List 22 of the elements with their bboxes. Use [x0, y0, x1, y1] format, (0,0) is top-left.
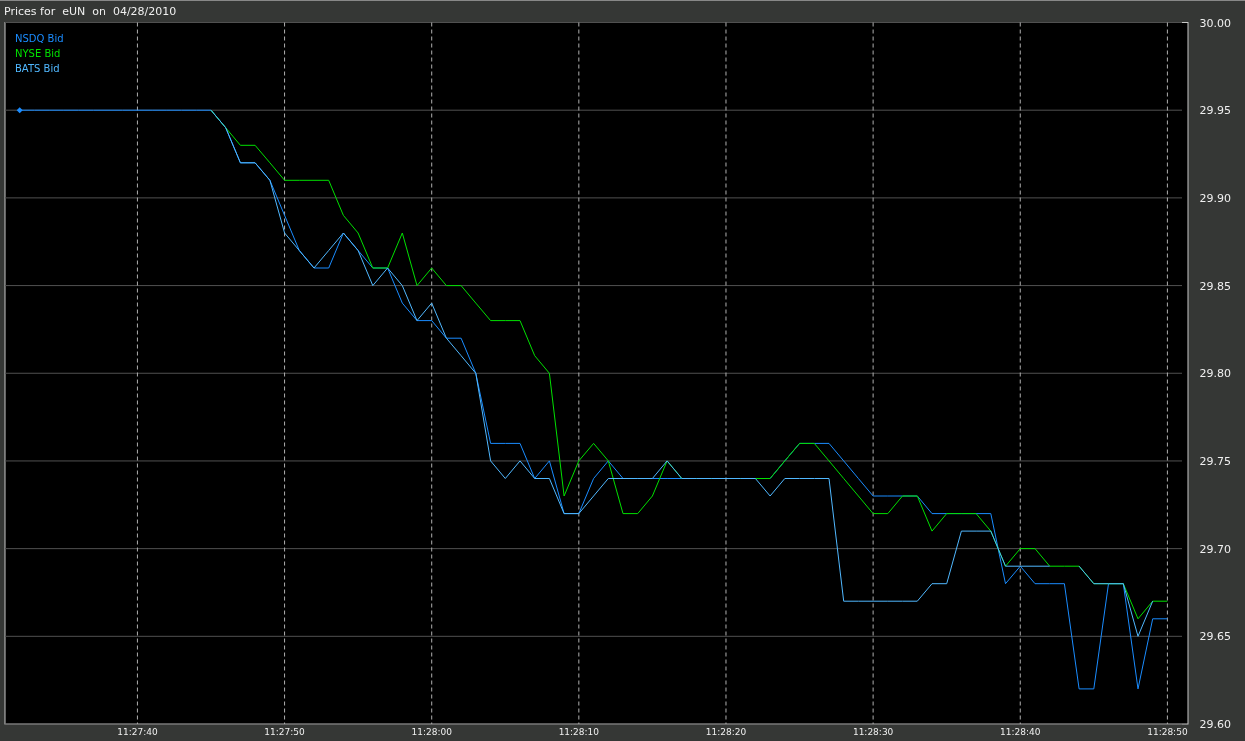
y-tick-label: 29.65	[1199, 630, 1231, 644]
y-tick-label: 30.00	[1199, 18, 1231, 30]
start-marker-icon	[16, 107, 23, 114]
x-tick-label: 11:28:40	[1000, 727, 1041, 737]
legend-label: NYSE Bid	[15, 48, 61, 59]
y-tick-label: 29.95	[1199, 104, 1231, 118]
x-tick-label: 11:28:50	[1147, 727, 1188, 737]
y-tick-label: 29.80	[1199, 367, 1231, 381]
y-tick-label: 29.75	[1199, 454, 1231, 468]
y-tick-label: 29.60	[1199, 718, 1231, 731]
x-tick-label: 11:28:30	[852, 727, 894, 737]
x-tick-label: 11:28:00	[411, 727, 452, 737]
x-tick-label: 11:28:10	[558, 727, 600, 737]
y-tick-label: 29.90	[1199, 191, 1231, 205]
legend-label: NSDQ Bid	[15, 33, 64, 44]
x-tick-label: 11:27:40	[117, 727, 158, 737]
x-tick-label: 11:27:50	[264, 727, 305, 737]
chart-title: Prices for eUN on 04/28/2010	[4, 5, 177, 18]
y-tick-label: 29.70	[1199, 542, 1231, 556]
legend-label: BATS Bid	[15, 63, 60, 74]
x-tick-label: 11:28:20	[705, 727, 747, 737]
y-tick-label: 29.85	[1199, 279, 1231, 293]
